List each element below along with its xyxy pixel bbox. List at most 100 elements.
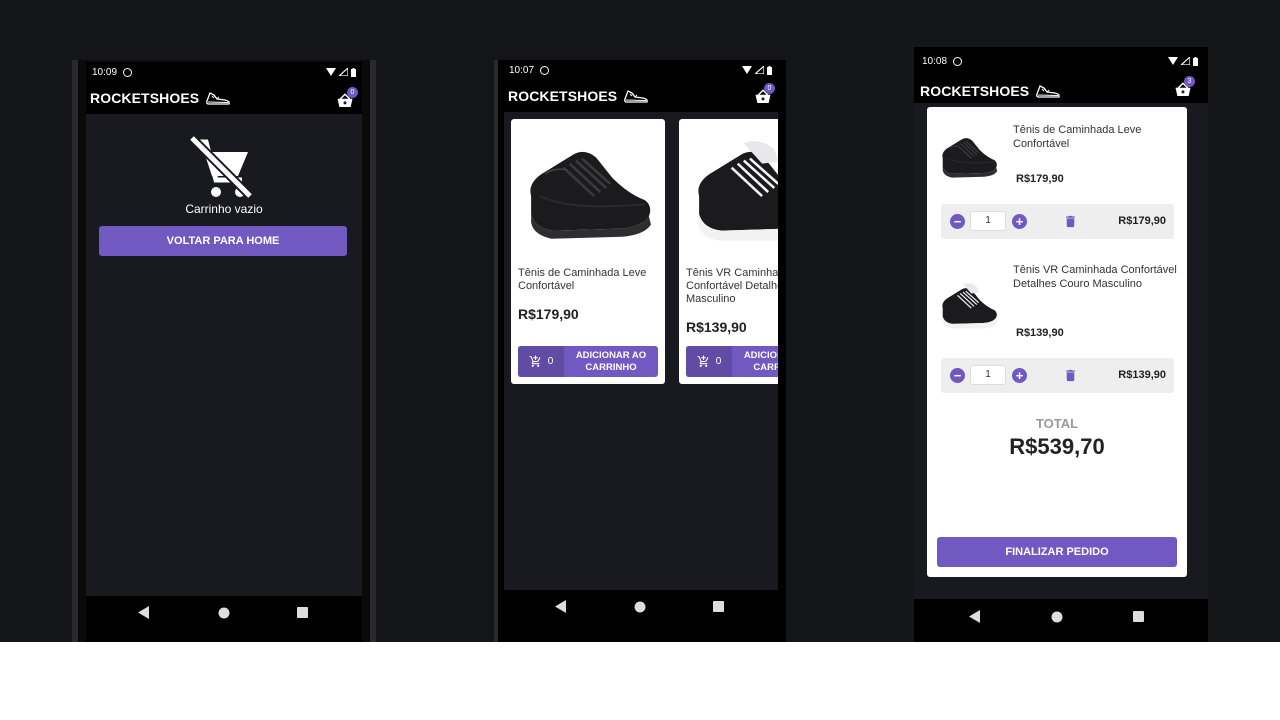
phone-cart: 10:08 ROCKETSHOES 3 Tênis de Caminhada L… [914,47,1208,642]
sync-icon [123,67,133,77]
phone-bezel-left [494,60,498,642]
cart-count-badge: 0 [764,83,775,94]
product-price: R$139,90 [686,319,747,335]
product-title: Tênis de Caminhada Leve Confortável [518,267,647,292]
system-icons [742,65,772,75]
brand-logo-text[interactable]: ROCKETSHOES [508,88,617,104]
increment-button[interactable]: + [1012,368,1027,383]
add-to-cart-label: ADICIONAR AO CARRINHO [743,349,778,373]
cart-item-price: R$179,90 [1016,173,1064,185]
wifi-icon [742,66,752,74]
signal-icon [1181,57,1190,65]
brand-logo-text[interactable]: ROCKETSHOES [90,90,199,106]
phone-home: 10:07 ROCKETSHOES 0 Tênis de Caminhada L… [494,60,786,642]
product-image-black-sneaker [523,133,655,245]
status-bar: 10:09 [86,62,362,82]
wifi-icon [326,68,336,76]
cart-count-badge: 0 [347,87,358,98]
add-to-cart-label: ADICIONAR AO CARRINHO [575,349,647,373]
screenshot-backdrop: 10:09 ROCKETSHOES 0 Carrinho vazio VOLTA… [0,0,1280,642]
nav-back-icon[interactable] [555,600,567,613]
status-bar: 10:07 [504,60,778,80]
add-to-cart-amount: 0 [518,346,564,377]
nav-recent-icon[interactable] [1133,611,1144,622]
phone-bezel-right [370,60,376,642]
system-icons [1168,56,1198,66]
signal-icon [339,68,348,76]
product-image-black-white-sneaker [939,279,999,331]
increment-button[interactable]: + [1012,214,1027,229]
sneaker-icon [623,88,649,104]
product-price: R$179,90 [518,306,579,322]
sync-icon [540,65,550,75]
cart-basket-button[interactable]: 0 [754,83,776,106]
screen: 10:09 ROCKETSHOES 0 Carrinho vazio VOLTA… [86,62,362,596]
add-to-cart-button[interactable]: 0 ADICIONAR AO CARRINHO [686,346,778,377]
clock: 10:07 [509,64,535,76]
screen: 10:07 ROCKETSHOES 0 Tênis de Caminhada L… [504,60,778,590]
add-to-cart-amount: 0 [686,346,732,377]
back-to-home-button[interactable]: VOLTAR PARA HOME [99,226,347,256]
nav-home-icon[interactable] [1051,611,1063,623]
app-header: ROCKETSHOES [914,75,1208,107]
battery-icon [351,67,356,77]
cart-basket-button[interactable]: 3 [1174,76,1196,99]
sync-icon [953,56,963,66]
cart-item-subtotal: R$139,90 [1118,369,1166,381]
decrement-button[interactable]: − [950,214,965,229]
wifi-icon [1168,57,1178,65]
clock: 10:08 [922,55,948,67]
cart-amount: 0 [547,356,554,367]
product-image-black-white-sneaker [691,133,778,245]
phone-bezel-left [72,60,78,642]
nav-recent-icon[interactable] [297,607,308,618]
quantity-input[interactable]: 1 [970,365,1006,385]
total-label: TOTAL [1035,416,1079,431]
product-card: Tênis de Caminhada Leve Confortável R$17… [511,119,665,384]
cart-item-title: Tênis de Caminhada Leve Confortável [1013,124,1142,150]
add-shopping-cart-icon [529,355,542,368]
checkout-button[interactable]: FINALIZAR PEDIDO [937,537,1177,567]
quantity-input[interactable]: 1 [970,211,1006,231]
remove-shopping-cart-icon [186,132,256,202]
app-header: ROCKETSHOES [86,82,362,114]
total-value: R$539,70 [1009,434,1105,459]
product-image-black-sneaker [939,129,999,181]
cart-panel: Tênis de Caminhada Leve Confortável R$17… [927,107,1187,577]
cart-amount: 0 [715,356,722,367]
cart-item-price: R$139,90 [1016,327,1064,339]
battery-icon [1193,56,1198,66]
cart-count-badge: 3 [1184,76,1195,87]
cart-item-controls: − 1 + R$139,90 [941,358,1174,393]
android-nav-bar [914,599,1208,642]
cart-item-controls: − 1 + R$179,90 [941,204,1174,239]
status-bar: 10:08 [914,51,1208,71]
cart-basket-button[interactable]: 0 [336,87,358,110]
product-title: Tênis VR Caminhada Confortável Detalhes … [686,267,778,305]
empty-cart-message: Carrinho vazio [185,202,263,216]
app-header: ROCKETSHOES [504,80,778,112]
signal-icon [755,66,764,74]
decrement-button[interactable]: − [950,368,965,383]
sneaker-icon [205,90,231,106]
phone-empty-cart: 10:09 ROCKETSHOES 0 Carrinho vazio VOLTA… [72,60,376,642]
nav-back-icon[interactable] [969,610,981,623]
delete-icon[interactable] [1063,214,1078,229]
nav-home-icon[interactable] [634,601,646,613]
product-card: Tênis VR Caminhada Confortável Detalhes … [679,119,778,384]
add-shopping-cart-icon [697,355,710,368]
battery-icon [767,65,772,75]
nav-home-icon[interactable] [218,607,230,619]
sneaker-icon [1035,83,1061,99]
delete-icon[interactable] [1063,368,1078,383]
android-nav-bar [498,590,786,642]
brand-logo-text[interactable]: ROCKETSHOES [920,83,1029,99]
cart-item-subtotal: R$179,90 [1118,215,1166,227]
cart-item-title: Tênis VR Caminhada Confortável Detalhes … [1013,264,1177,290]
android-nav-bar [86,596,362,642]
system-icons [326,67,356,77]
nav-recent-icon[interactable] [713,601,724,612]
add-to-cart-button[interactable]: 0 ADICIONAR AO CARRINHO [518,346,658,377]
nav-back-icon[interactable] [138,606,150,619]
screen: 10:08 ROCKETSHOES 3 Tênis de Caminhada L… [914,47,1208,599]
